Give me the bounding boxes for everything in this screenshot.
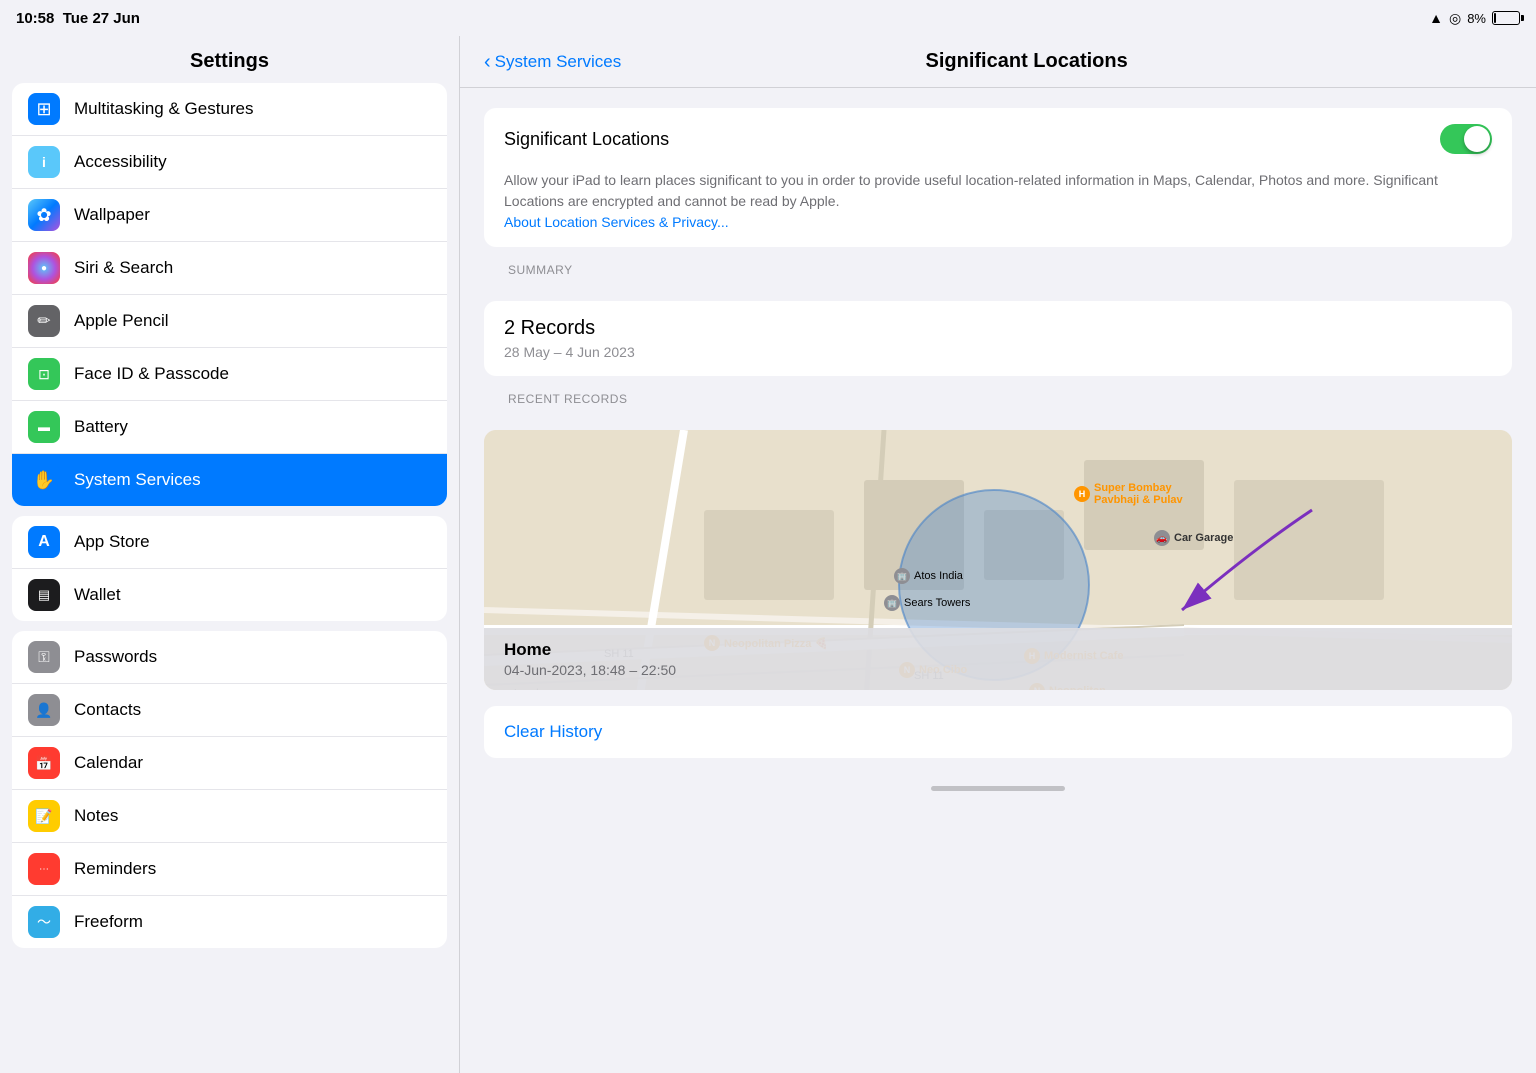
- location-icon: ◎: [1449, 10, 1461, 27]
- toggle-knob: [1464, 126, 1490, 152]
- pin-dot: 🏢: [884, 595, 900, 611]
- sidebar-item-label: Wallet: [74, 585, 121, 605]
- home-title: Home: [504, 640, 1492, 660]
- battery-fill: [1494, 13, 1496, 23]
- accessibility-icon: i: [28, 146, 60, 178]
- sidebar-item-calendar[interactable]: 📅 Calendar: [12, 737, 447, 790]
- wallpaper-icon: ✿: [28, 199, 60, 231]
- significant-locations-card: Significant Locations Allow your iPad to…: [484, 108, 1512, 247]
- wifi-icon: ▲: [1429, 10, 1443, 26]
- map-pin-cargarage: 🚗 Car Garage: [1154, 530, 1233, 546]
- contacts-icon: 👤: [28, 694, 60, 726]
- sig-loc-row: Significant Locations: [484, 108, 1512, 170]
- pin-dot: 🏢: [894, 568, 910, 584]
- sidebar-item-label: Multitasking & Gestures: [74, 99, 254, 119]
- sidebar-section-store: A App Store ▤ Wallet: [12, 516, 447, 621]
- sidebar-item-label: Contacts: [74, 700, 141, 720]
- clear-history-button[interactable]: Clear History: [504, 722, 602, 741]
- sidebar-item-siri[interactable]: ● Siri & Search: [12, 242, 447, 295]
- freeform-icon: 〜: [28, 906, 60, 938]
- sidebar-item-reminders[interactable]: ⋯ Reminders: [12, 843, 447, 896]
- privacy-icon: ✋: [28, 464, 60, 496]
- sidebar-item-notes[interactable]: 📝 Notes: [12, 790, 447, 843]
- map-pin-atosindia: 🏢 Atos India: [894, 568, 963, 584]
- battery-settings-icon: ▬: [28, 411, 60, 443]
- significant-locations-toggle[interactable]: [1440, 124, 1492, 154]
- passwords-icon: ⚿: [28, 641, 60, 673]
- content-area: ‹ System Services Significant Locations …: [460, 36, 1536, 1073]
- status-time: 10:58 Tue 27 Jun: [16, 10, 140, 27]
- sidebar-item-label: Passwords: [74, 647, 157, 667]
- records-count: 2 Records: [504, 317, 1492, 340]
- appstore-icon: A: [28, 526, 60, 558]
- summary-label: SUMMARY: [484, 263, 1512, 285]
- multitasking-icon: ⊞: [28, 93, 60, 125]
- sidebar-item-label: App Store: [74, 532, 150, 552]
- sidebar-item-label: Siri & Search: [74, 258, 173, 278]
- pin-dot: H: [1074, 486, 1090, 502]
- reminders-icon: ⋯: [28, 853, 60, 885]
- home-indicator: [931, 786, 1065, 791]
- map-pin-superbombay: H Super BombayPavbhaji & Pulav: [1074, 482, 1183, 506]
- sidebar-item-label: Reminders: [74, 859, 156, 879]
- sidebar-item-battery[interactable]: ▬ Battery: [12, 401, 447, 454]
- sidebar-item-label: Apple Pencil: [74, 311, 169, 331]
- battery-percent: 8%: [1467, 11, 1486, 26]
- back-label: System Services: [495, 52, 622, 72]
- sidebar: Settings ⊞ Multitasking & Gestures i Acc…: [0, 36, 460, 1073]
- notes-icon: 📝: [28, 800, 60, 832]
- back-chevron-icon: ‹: [484, 52, 491, 72]
- faceid-icon: ⊡: [28, 358, 60, 390]
- sidebar-item-label: Face ID & Passcode: [74, 364, 229, 384]
- privacy-link[interactable]: About Location Services & Privacy...: [504, 214, 729, 230]
- records-date: 28 May – 4 Jun 2023: [504, 344, 1492, 360]
- sidebar-item-multitasking[interactable]: ⊞ Multitasking & Gestures: [12, 83, 447, 136]
- siri-icon: ●: [28, 252, 60, 284]
- main-layout: Settings ⊞ Multitasking & Gestures i Acc…: [0, 36, 1536, 1073]
- sidebar-item-applepencil[interactable]: ✏ Apple Pencil: [12, 295, 447, 348]
- sig-loc-title: Significant Locations: [504, 129, 669, 150]
- back-button[interactable]: ‹ System Services: [484, 52, 621, 72]
- sidebar-section-main: ⊞ Multitasking & Gestures i Accessibilit…: [12, 83, 447, 506]
- sidebar-item-passwords[interactable]: ⚿ Passwords: [12, 631, 447, 684]
- page-title: Significant Locations: [621, 50, 1432, 73]
- content-header: ‹ System Services Significant Locations: [460, 36, 1536, 88]
- map-area: H Super BombayPavbhaji & Pulav 🚗 Car Gar…: [484, 430, 1512, 690]
- sidebar-section-apps: ⚿ Passwords 👤 Contacts 📅 Calendar 📝 Note…: [12, 631, 447, 948]
- content-body: Significant Locations Allow your iPad to…: [460, 88, 1536, 778]
- sidebar-item-accessibility[interactable]: i Accessibility: [12, 136, 447, 189]
- sidebar-item-appstore[interactable]: A App Store: [12, 516, 447, 569]
- sidebar-item-label: Wallpaper: [74, 205, 150, 225]
- sidebar-item-contacts[interactable]: 👤 Contacts: [12, 684, 447, 737]
- status-bar: 10:58 Tue 27 Jun ▲ ◎ 8%: [0, 0, 1536, 36]
- wallet-icon: ▤: [28, 579, 60, 611]
- sidebar-title: Settings: [0, 36, 459, 83]
- sidebar-item-faceid[interactable]: ⊡ Face ID & Passcode: [12, 348, 447, 401]
- sidebar-item-label: Accessibility: [74, 152, 167, 172]
- applepencil-icon: ✏: [28, 305, 60, 337]
- map-container[interactable]: H Super BombayPavbhaji & Pulav 🚗 Car Gar…: [484, 430, 1512, 690]
- map-pin-searstowers: 🏢 Sears Towers: [884, 595, 970, 611]
- sidebar-item-privacy[interactable]: ✋ System Services: [12, 454, 447, 506]
- sidebar-item-wallpaper[interactable]: ✿ Wallpaper: [12, 189, 447, 242]
- sidebar-item-freeform[interactable]: 〜 Freeform: [12, 896, 447, 948]
- sidebar-item-label: Battery: [74, 417, 128, 437]
- records-card: 2 Records 28 May – 4 Jun 2023: [484, 301, 1512, 376]
- map-home-overlay: Home 04-Jun-2023, 18:48 – 22:50: [484, 628, 1512, 690]
- pin-dot: 🚗: [1154, 530, 1170, 546]
- clear-history-card: Clear History: [484, 706, 1512, 758]
- sidebar-item-wallet[interactable]: ▤ Wallet: [12, 569, 447, 621]
- sidebar-item-label: Freeform: [74, 912, 143, 932]
- recent-label: RECENT RECORDS: [484, 392, 1512, 414]
- sidebar-item-label: Notes: [74, 806, 118, 826]
- status-icons: ▲ ◎ 8%: [1429, 10, 1520, 27]
- sig-loc-description: Allow your iPad to learn places signific…: [484, 170, 1512, 247]
- home-date: 04-Jun-2023, 18:48 – 22:50: [504, 662, 1492, 678]
- battery-icon: [1492, 11, 1520, 25]
- sidebar-item-label: Calendar: [74, 753, 143, 773]
- calendar-icon: 📅: [28, 747, 60, 779]
- sidebar-item-label: System Services: [74, 470, 201, 490]
